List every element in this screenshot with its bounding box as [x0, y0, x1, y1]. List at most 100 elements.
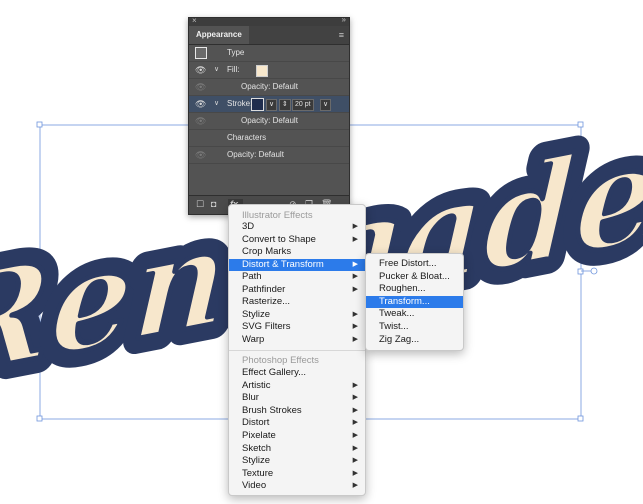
menu-item-stylize[interactable]: Stylize ▶	[229, 309, 365, 321]
collapse-icon[interactable]: »	[342, 15, 347, 24]
submenu-arrow-icon: ▶	[352, 419, 358, 427]
submenu-arrow-icon: ▶	[352, 335, 358, 343]
stroke-opacity-link[interactable]: Opacity: Default	[241, 113, 298, 129]
menu-item-pixelate[interactable]: Pixelate ▶	[229, 430, 365, 442]
type-label: Type	[227, 48, 245, 57]
submenu-item-free-distort[interactable]: Free Distort...	[366, 258, 463, 270]
stroke-weight-dropdown[interactable]: ∨	[320, 99, 332, 111]
visibility-eye-icon[interactable]: 👁	[195, 113, 206, 129]
opacity-link[interactable]: Opacity: Default	[227, 147, 284, 163]
visibility-eye-icon[interactable]: 👁	[195, 96, 206, 112]
appearance-panel: × » Appearance ≡ Type 👁 ∨ Fill: 👁 Opacit…	[188, 15, 350, 215]
submenu-item-roughen[interactable]: Roughen...	[366, 283, 463, 295]
menu-item-label: Video	[242, 480, 267, 492]
effects-menu: Illustrator Effects 3D ▶ Convert to Shape ▶…	[228, 204, 366, 496]
tab-appearance[interactable]: Appearance	[189, 26, 249, 44]
submenu-arrow-icon: ▶	[352, 323, 358, 330]
stroke-row[interactable]: 👁 ∨ Stroke: ∨ ⇕ 20 pt ∨	[189, 96, 349, 113]
menu-item-crop-marks[interactable]: Crop Marks	[229, 246, 365, 258]
menu-item-label: Stylize	[242, 308, 270, 320]
submenu-arrow-icon: ▶	[352, 235, 358, 243]
visibility-eye-icon[interactable]: 👁	[195, 62, 206, 78]
stroke-weight-stepper[interactable]: ⇕	[279, 99, 291, 111]
menu-item-convert-to-shape[interactable]: Convert to Shape ▶	[229, 234, 365, 246]
fill-row[interactable]: 👁 ∨ Fill:	[189, 62, 349, 79]
panel-menu-icon[interactable]: ≡	[339, 30, 344, 40]
menu-item-artistic[interactable]: Artistic ▶	[229, 380, 365, 392]
menu-item-label: Transform...	[379, 295, 430, 307]
submenu-item-pucker-bloat[interactable]: Pucker & Bloat...	[366, 271, 463, 283]
menu-item-label: Distort & Transform	[242, 258, 324, 270]
chevron-down-icon[interactable]: ∨	[214, 96, 219, 112]
submenu-item-tweak[interactable]: Tweak...	[366, 308, 463, 320]
menu-item-brush-strokes[interactable]: Brush Strokes ▶	[229, 405, 365, 417]
characters-row[interactable]: Characters	[189, 130, 349, 147]
menu-item-label: Crop Marks	[242, 246, 292, 257]
photoshop-effects-header: Photoshop Effects	[242, 355, 319, 366]
submenu-arrow-icon: ▶	[352, 406, 358, 414]
submenu-arrow-icon: ▶	[352, 432, 358, 439]
menu-item-label: Blur	[242, 392, 259, 404]
menu-item-stylize[interactable]: Stylize ▶	[229, 455, 365, 467]
menu-item-sketch[interactable]: Sketch ▶	[229, 443, 365, 455]
chevron-down-icon[interactable]: ∨	[214, 62, 219, 78]
menu-item-distort-transform[interactable]: Distort & Transform ▶	[229, 258, 365, 271]
panel-titlebar[interactable]: × »	[189, 15, 349, 26]
submenu-arrow-icon: ▶	[352, 381, 358, 389]
stroke-color-swatch[interactable]	[251, 98, 264, 111]
menu-item-blur[interactable]: Blur ▶	[229, 392, 365, 404]
close-icon[interactable]: ×	[192, 16, 197, 25]
submenu-arrow-icon: ▶	[352, 285, 358, 293]
menu-item-label: Sketch	[242, 442, 272, 454]
submenu-item-transform[interactable]: Transform...	[366, 295, 463, 308]
menu-item-warp[interactable]: Warp ▶	[229, 334, 365, 346]
menu-item-svg-filters[interactable]: SVG Filters ▶	[229, 321, 365, 333]
fill-opacity-link[interactable]: Opacity: Default	[241, 79, 298, 95]
menu-item-label: Rasterize...	[242, 296, 291, 307]
menu-item-rasterize[interactable]: Rasterize...	[229, 296, 365, 308]
menu-item-label: Twist...	[379, 321, 409, 332]
menu-item-label: Brush Strokes	[242, 404, 302, 416]
menu-item-texture[interactable]: Texture ▶	[229, 468, 365, 480]
distort-transform-submenu: Free Distort... Pucker & Bloat... Roughen.…	[365, 253, 464, 351]
submenu-arrow-icon: ▶	[352, 273, 358, 280]
menu-item-label: Pucker & Bloat...	[379, 270, 450, 282]
selection-handle[interactable]	[577, 415, 584, 422]
submenu-item-zig-zag[interactable]: Zig Zag...	[366, 334, 463, 346]
menu-item-effect-gallery[interactable]: Effect Gallery...	[229, 367, 365, 379]
panel-tab-row: Appearance ≡	[189, 26, 349, 45]
stroke-weight-field[interactable]: 20 pt	[292, 99, 314, 111]
menu-item-distort[interactable]: Distort ▶	[229, 417, 365, 429]
submenu-arrow-icon: ▶	[352, 310, 358, 318]
menu-item-3d[interactable]: 3D ▶	[229, 221, 365, 233]
fill-label: Fill:	[227, 65, 240, 74]
submenu-arrow-icon: ▶	[352, 457, 358, 465]
menu-item-video[interactable]: Video ▶	[229, 480, 365, 492]
fill-color-swatch[interactable]	[256, 65, 268, 77]
menu-item-label: Pathfinder	[242, 283, 286, 295]
menu-item-label: Tweak...	[379, 308, 415, 320]
menu-item-pathfinder[interactable]: Pathfinder ▶	[229, 284, 365, 296]
stroke-opacity-row[interactable]: 👁 Opacity: Default	[189, 113, 349, 130]
fill-opacity-row[interactable]: 👁 Opacity: Default	[189, 79, 349, 96]
type-row[interactable]: Type	[189, 45, 349, 62]
menu-item-label: Path	[242, 271, 262, 282]
characters-label: Characters	[227, 133, 267, 142]
menu-item-path[interactable]: Path ▶	[229, 271, 365, 283]
stroke-label: Stroke:	[227, 99, 253, 108]
submenu-arrow-icon: ▶	[352, 394, 358, 402]
visibility-eye-icon[interactable]: 👁	[195, 147, 206, 163]
opacity-row[interactable]: 👁 Opacity: Default	[189, 147, 349, 164]
add-new-stroke-icon[interactable]: ☐	[196, 199, 204, 210]
visibility-eye-icon[interactable]: 👁	[195, 79, 206, 95]
menu-separator	[229, 350, 365, 351]
submenu-item-twist[interactable]: Twist...	[366, 321, 463, 333]
stroke-color-dropdown[interactable]: ∨	[266, 99, 278, 111]
menu-item-label: Effect Gallery...	[242, 367, 307, 378]
selection-handle[interactable]	[36, 415, 43, 422]
menu-item-label: Convert to Shape	[242, 233, 316, 245]
menu-item-label: Pixelate	[242, 430, 276, 441]
menu-item-label: Distort	[242, 417, 270, 429]
add-new-fill-icon[interactable]: ◘	[211, 199, 216, 209]
selection-handle[interactable]	[36, 121, 43, 128]
